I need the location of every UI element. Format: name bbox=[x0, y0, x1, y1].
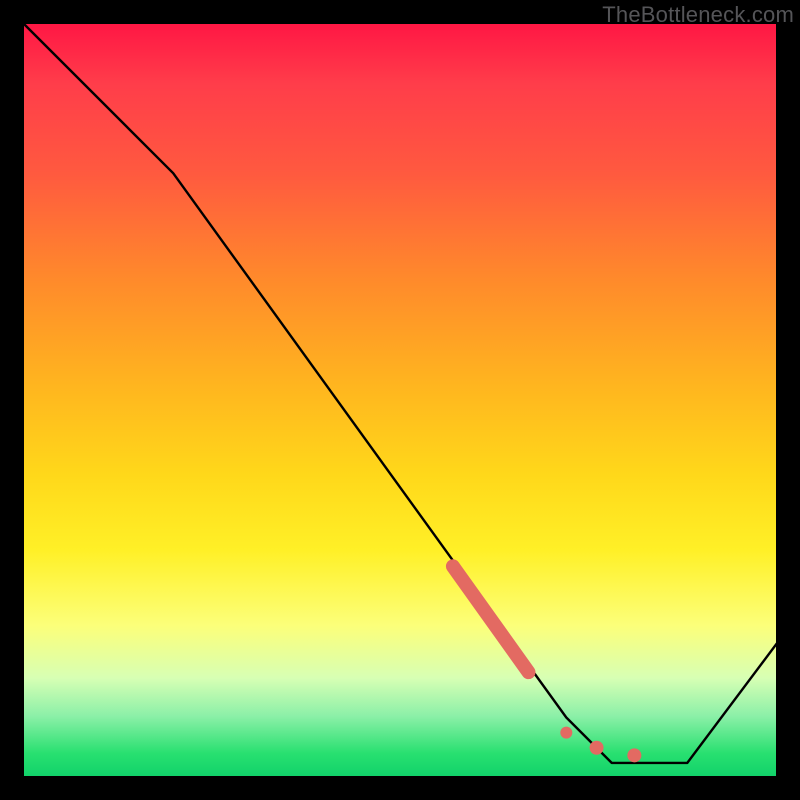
plot-area bbox=[22, 22, 778, 778]
watermark-text: TheBottleneck.com bbox=[602, 2, 794, 28]
chart-frame: TheBottleneck.com bbox=[0, 0, 800, 800]
